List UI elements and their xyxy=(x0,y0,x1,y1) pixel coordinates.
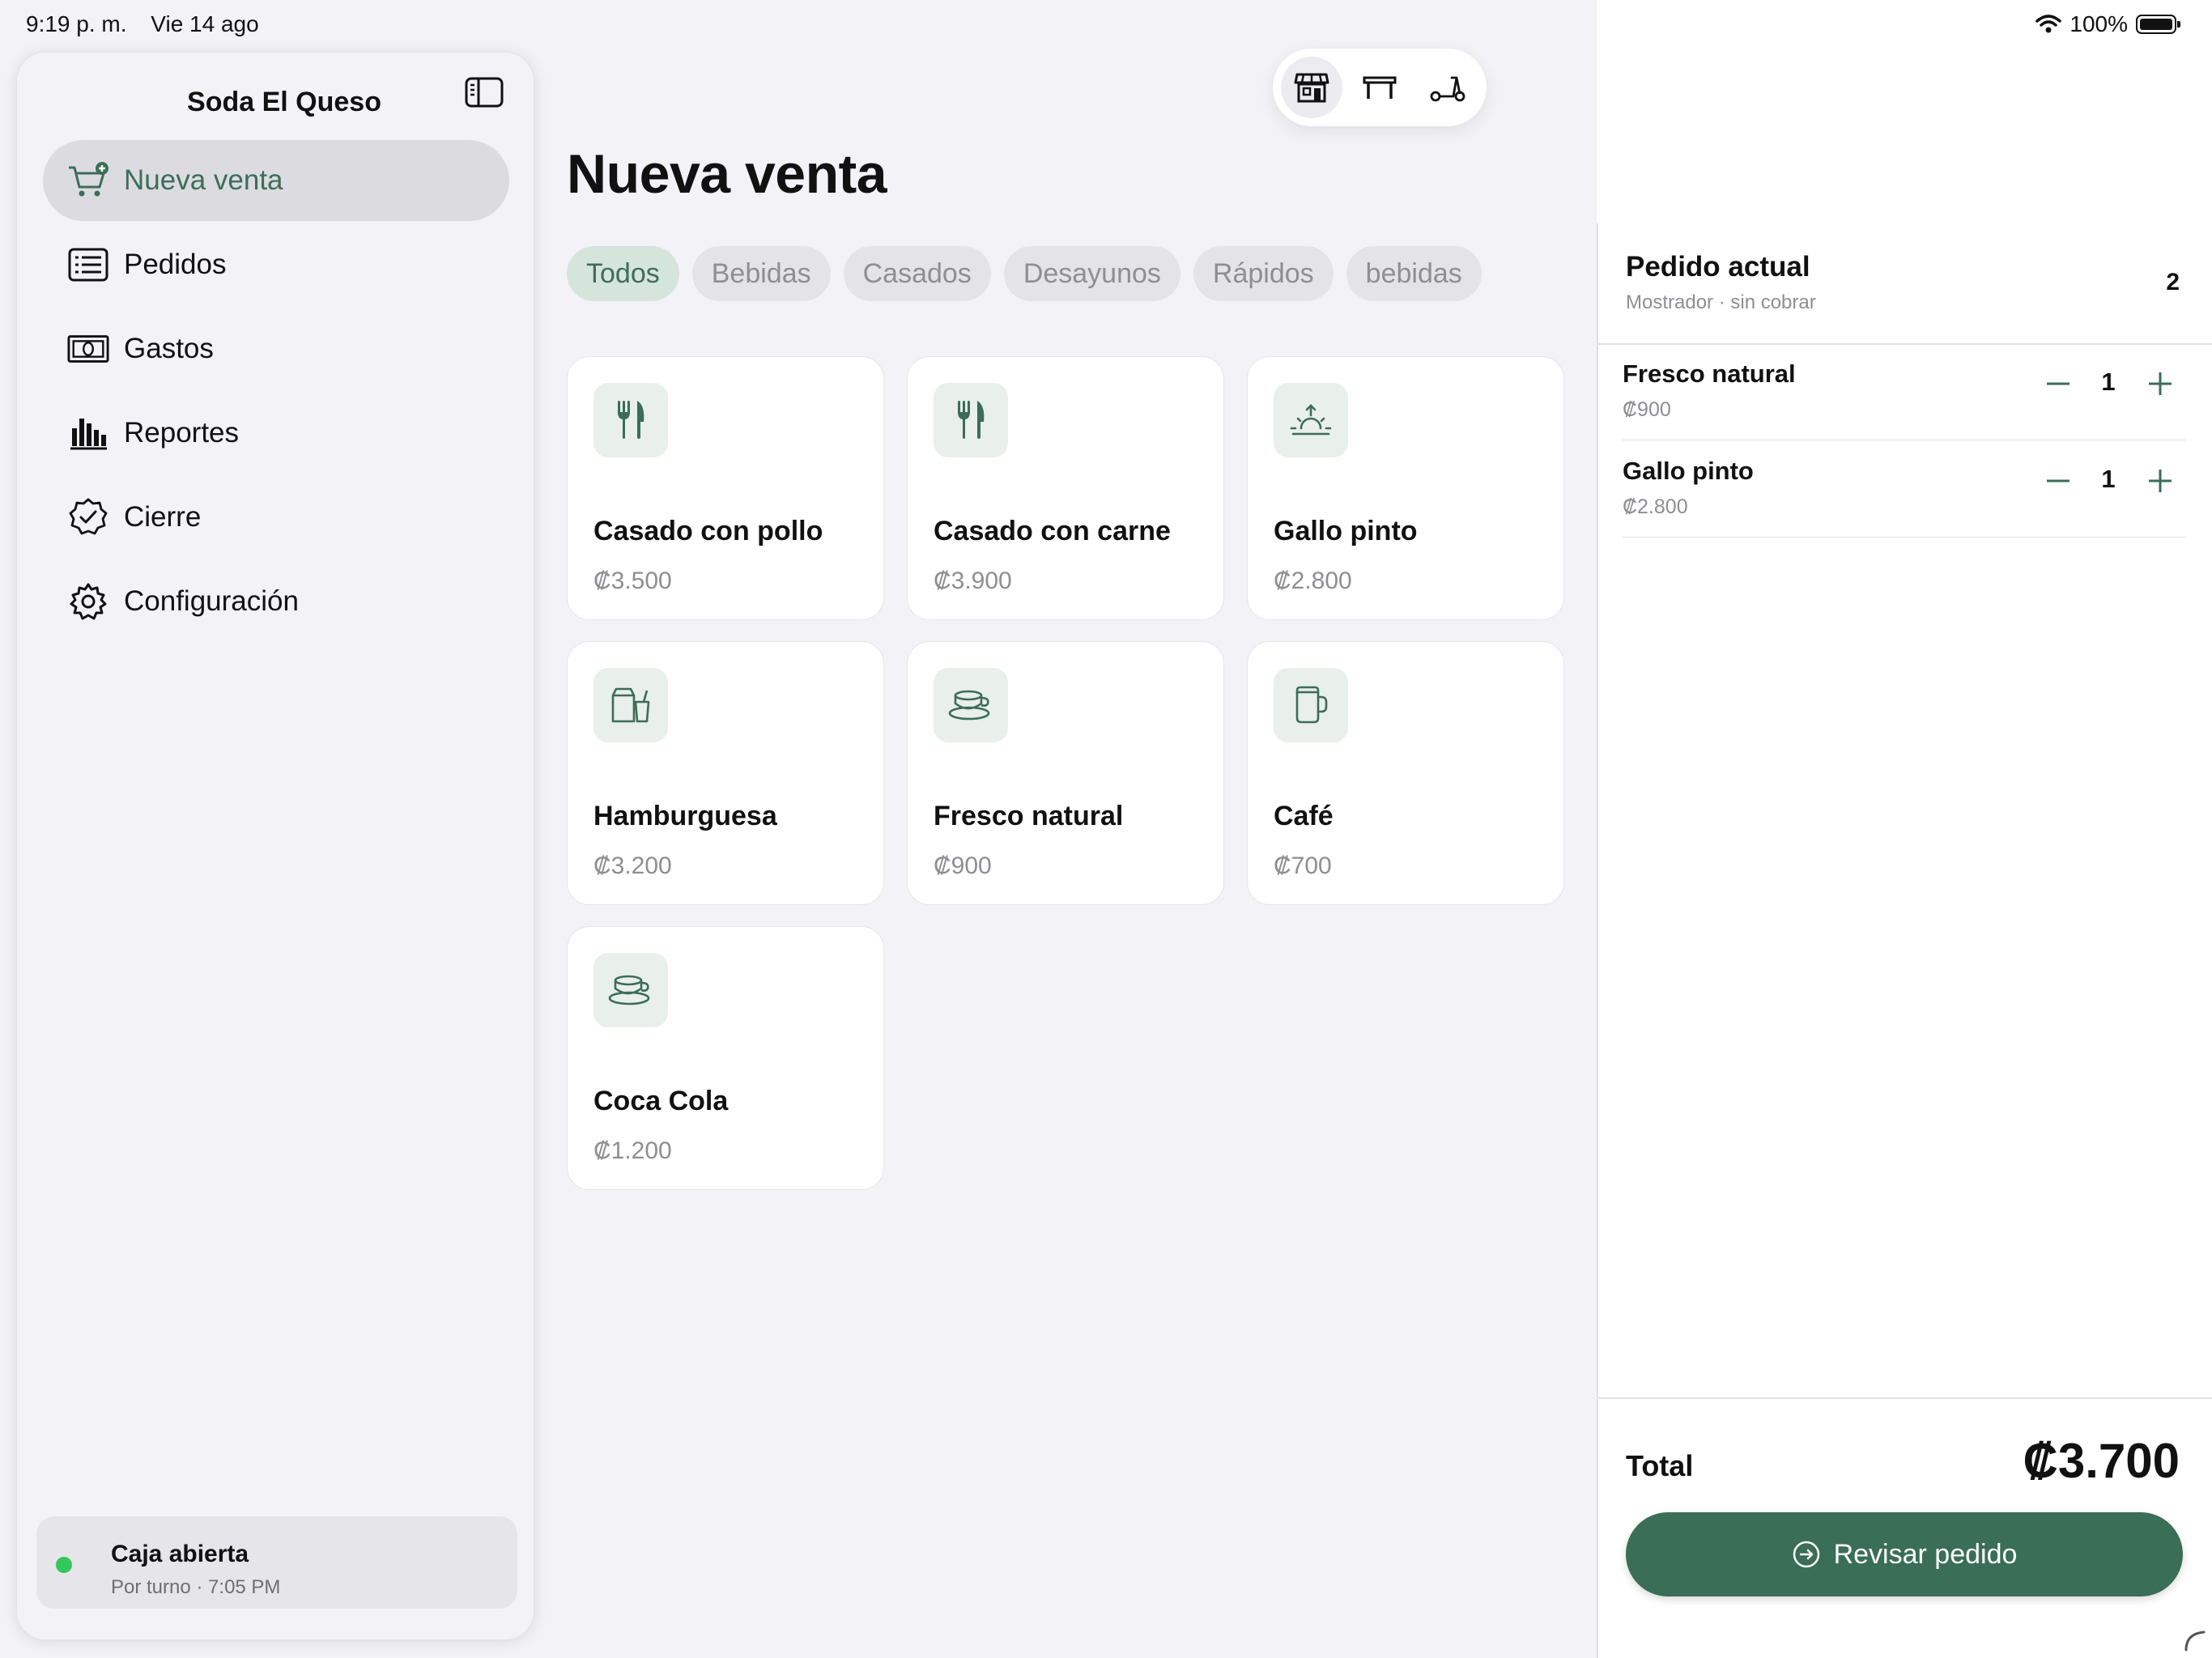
mode-counter-button[interactable] xyxy=(1281,57,1342,118)
product-card[interactable]: Café ₡700 xyxy=(1247,641,1564,905)
sidebar-toggle-icon[interactable] xyxy=(464,72,504,113)
plus-icon[interactable] xyxy=(2142,366,2178,402)
cup-saucer-icon xyxy=(934,668,1008,742)
sidebar-item-label: Gastos xyxy=(124,333,214,364)
sidebar-item-gastos[interactable]: Gastos xyxy=(43,308,509,389)
product-price: ₡700 xyxy=(1274,852,1332,879)
list-icon xyxy=(67,244,109,286)
product-price: ₡2.800 xyxy=(1274,568,1352,594)
product-name: Café xyxy=(1274,801,1334,831)
battery-percent: 100% xyxy=(2069,11,2128,36)
order-item-count: 2 xyxy=(2166,269,2180,295)
order-item-name: Gallo pinto xyxy=(1623,457,1754,485)
product-card[interactable]: Hamburguesa ₡3.200 xyxy=(567,641,884,905)
resize-handle-icon[interactable] xyxy=(2183,1629,2207,1653)
product-name: Fresco natural xyxy=(934,801,1124,831)
fork-knife-icon xyxy=(934,383,1008,457)
category-chip[interactable]: Bebidas xyxy=(691,246,831,301)
table-icon xyxy=(1363,76,1397,99)
store-icon xyxy=(1294,73,1329,103)
status-date: Vie 14 ago xyxy=(151,11,259,36)
order-item-qty: 1 xyxy=(2101,465,2116,493)
sidebar-item-configuracion[interactable]: Configuración xyxy=(43,561,509,642)
divider xyxy=(1597,1397,2212,1399)
product-name: Gallo pinto xyxy=(1274,516,1418,546)
cart-plus-icon xyxy=(67,159,109,202)
status-time: 9:19 p. m. xyxy=(26,11,127,36)
category-chip[interactable]: Desayunos xyxy=(1003,246,1180,301)
sidebar-item-label: Pedidos xyxy=(124,249,227,280)
sunrise-icon xyxy=(1274,383,1348,457)
mode-delivery-button[interactable] xyxy=(1417,57,1478,118)
register-detail: Por turno · 7:05 PM xyxy=(111,1576,281,1598)
product-price: ₡3.500 xyxy=(593,568,672,594)
bar-chart-icon xyxy=(67,412,109,454)
product-name: Casado con pollo xyxy=(593,516,823,546)
product-card[interactable]: Casado con carne ₡3.900 xyxy=(907,356,1224,620)
review-order-button[interactable]: Revisar pedido xyxy=(1626,1512,2183,1596)
order-item-price: ₡2.800 xyxy=(1623,495,1688,518)
product-price: ₡3.200 xyxy=(593,852,672,879)
category-chip[interactable]: Todos xyxy=(567,246,679,301)
cup-saucer-icon xyxy=(593,953,668,1027)
gear-icon xyxy=(67,580,109,623)
order-item-price: ₡900 xyxy=(1623,398,1671,421)
product-card[interactable]: Gallo pinto ₡2.800 xyxy=(1247,356,1564,620)
order-line-item: Fresco natural ₡900 1 xyxy=(1623,343,2186,440)
plus-icon[interactable] xyxy=(2142,463,2178,499)
sidebar-item-label: Configuración xyxy=(124,585,299,617)
product-name: Hamburguesa xyxy=(593,801,777,831)
status-bar: 9:19 p. m. Vie 14 ago 100% xyxy=(0,0,2212,50)
sidebar-item-label: Reportes xyxy=(124,417,240,449)
order-subtitle: Mostrador · sin cobrar xyxy=(1626,291,1816,313)
page-title: Nueva venta xyxy=(567,143,887,205)
mode-table-button[interactable] xyxy=(1349,57,1410,118)
status-dot xyxy=(56,1557,72,1573)
sidebar: Soda El Queso Nueva venta Pedidos Gastos… xyxy=(16,52,534,1640)
category-filter: Todos Bebidas Casados Desayunos Rápidos … xyxy=(567,246,1482,301)
wifi-icon xyxy=(2035,15,2062,33)
sidebar-item-pedidos[interactable]: Pedidos xyxy=(43,224,509,305)
panel-divider xyxy=(1597,223,1598,1658)
sidebar-nav: Nueva venta Pedidos Gastos Reportes Cier… xyxy=(43,140,509,645)
mug-icon xyxy=(1274,668,1348,742)
sidebar-item-cierre[interactable]: Cierre xyxy=(43,477,509,558)
order-item-name: Fresco natural xyxy=(1623,359,1796,388)
register-status: Caja abierta xyxy=(111,1541,249,1567)
product-card[interactable]: Coca Cola ₡1.200 xyxy=(567,926,884,1190)
fork-knife-icon xyxy=(593,383,668,457)
product-card[interactable]: Casado con pollo ₡3.500 xyxy=(567,356,884,620)
product-price: ₡3.900 xyxy=(934,568,1012,594)
battery-icon xyxy=(2136,15,2180,34)
checkmark-seal-icon xyxy=(67,496,109,538)
order-panel: Pedido actual Mostrador · sin cobrar 2 F… xyxy=(1597,0,2212,1658)
arrow-circle-icon xyxy=(1793,1541,1819,1568)
banknote-icon xyxy=(67,328,109,370)
review-order-label: Revisar pedido xyxy=(1833,1538,2018,1570)
product-price: ₡900 xyxy=(934,852,992,879)
sidebar-item-reportes[interactable]: Reportes xyxy=(43,393,509,474)
minus-icon[interactable] xyxy=(2040,463,2076,499)
scooter-icon xyxy=(1430,76,1465,102)
sidebar-item-nueva-venta[interactable]: Nueva venta xyxy=(43,140,509,221)
order-mode-selector xyxy=(1273,49,1487,126)
takeout-bag-icon xyxy=(593,668,668,742)
category-chip[interactable]: bebidas xyxy=(1346,246,1482,301)
total-label: Total xyxy=(1626,1449,1694,1482)
product-price: ₡1.200 xyxy=(593,1137,672,1164)
category-chip[interactable]: Rápidos xyxy=(1193,246,1334,301)
product-card[interactable]: Fresco natural ₡900 xyxy=(907,641,1224,905)
order-title: Pedido actual xyxy=(1626,251,1810,283)
product-name: Coca Cola xyxy=(593,1086,729,1116)
sidebar-item-label: Cierre xyxy=(124,501,202,533)
sidebar-item-label: Nueva venta xyxy=(124,164,283,196)
category-chip[interactable]: Casados xyxy=(843,246,991,301)
product-name: Casado con carne xyxy=(934,516,1171,546)
minus-icon[interactable] xyxy=(2040,366,2076,402)
order-line-item: Gallo pinto ₡2.800 1 xyxy=(1623,440,2186,538)
total-amount: ₡3.700 xyxy=(2023,1434,2180,1488)
order-item-qty: 1 xyxy=(2101,368,2116,396)
register-status-card[interactable]: Caja abierta Por turno · 7:05 PM xyxy=(36,1516,517,1609)
